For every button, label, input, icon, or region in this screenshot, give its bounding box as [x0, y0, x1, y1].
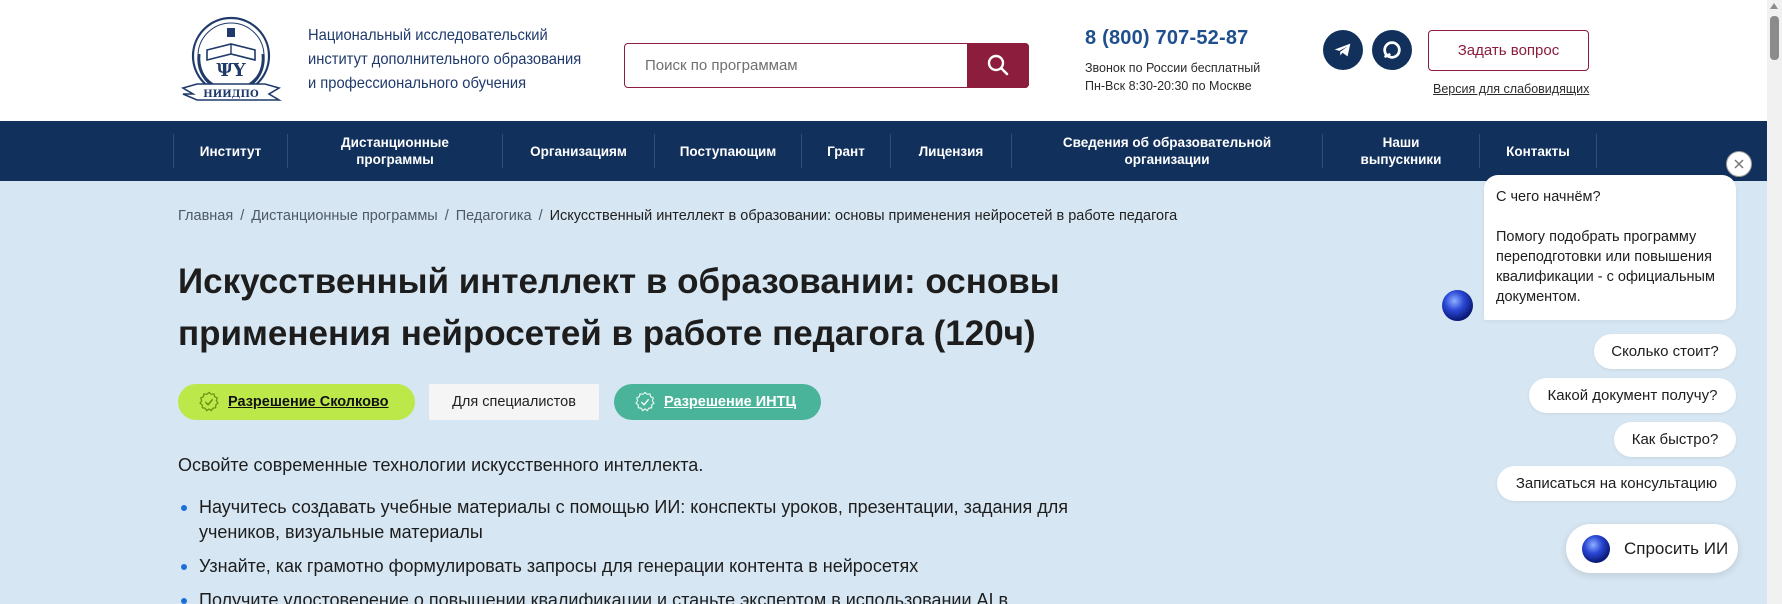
ai-assistant-avatar [1442, 290, 1473, 321]
quick-reply-speed[interactable]: Как быстро? [1614, 422, 1736, 457]
nav-item-applicants[interactable]: Поступающим [654, 134, 801, 168]
search-button[interactable] [967, 42, 1029, 88]
certified-seal-icon [635, 391, 655, 412]
quick-reply-document[interactable]: Какой документ получу? [1529, 378, 1736, 413]
list-item: Научитесь создавать учебные материалы с … [178, 495, 1138, 545]
skolkovo-permit-badge[interactable]: Разрешение Сколково [178, 384, 415, 420]
chat-message-text: Помогу подобрать программу переподготовк… [1496, 229, 1715, 305]
search-input[interactable] [625, 44, 968, 86]
ai-orb-icon [1582, 534, 1610, 563]
quick-reply-price[interactable]: Сколько стоит? [1594, 334, 1736, 369]
institute-name-line: и профессионального обучения [308, 75, 527, 92]
list-item: Получите удостоверение о повышении квали… [178, 588, 1138, 604]
nav-item-grant[interactable]: Грант [801, 134, 890, 168]
nav-divider [1596, 134, 1597, 168]
quick-reply-consultation[interactable]: Записаться на консультацию [1497, 466, 1736, 501]
institute-name-line: Национальный исследовательский [308, 27, 548, 44]
breadcrumb-current: Искусственный интеллект в образовании: о… [549, 208, 1178, 224]
nav-item-organizations[interactable]: Организациям [502, 134, 654, 168]
breadcrumb-pedagogy[interactable]: Педагогика [456, 208, 532, 224]
certified-seal-icon [199, 391, 219, 412]
breadcrumb: Главная / Дистанционные программы / Педагоги… [178, 208, 1177, 224]
page-title: Искусственный интеллект в образовании: о… [178, 256, 1138, 360]
nav-item-contacts[interactable]: Контакты [1479, 134, 1596, 168]
ask-ai-label: Спросить ИИ [1624, 538, 1729, 558]
phone-note-line: Звонок по России бесплатный [1085, 61, 1261, 75]
page-title-line: применения нейросетей в работе педагога … [178, 314, 1036, 353]
ask-question-button[interactable]: Задать вопрос [1428, 30, 1589, 71]
chat-greeting: С чего начнём? [1496, 189, 1601, 205]
institute-name[interactable]: Национальный исследовательский институт … [308, 24, 588, 96]
for-specialists-badge: Для специалистов [429, 384, 599, 420]
chat-close-button[interactable] [1726, 151, 1752, 177]
program-search [624, 42, 1029, 88]
max-messenger-button[interactable] [1372, 30, 1412, 70]
scroll-up-arrow-icon[interactable] [1770, 3, 1778, 9]
ask-ai-button[interactable]: Спросить ИИ [1566, 524, 1738, 573]
main-navigation: Институт Дистанционные программы Организ… [0, 121, 1767, 181]
program-benefits-list: Научитесь создавать учебные материалы с … [178, 495, 1138, 604]
site-header: ΨΥ НИИДПО Национальный исследовательский… [0, 0, 1767, 121]
nav-item-institute[interactable]: Институт [173, 134, 287, 168]
chat-bubble-icon [1383, 41, 1401, 59]
intc-permit-label: Разрешение ИНТЦ [664, 394, 797, 410]
breadcrumb-home[interactable]: Главная [178, 208, 233, 224]
svg-text:ΨΥ: ΨΥ [216, 60, 246, 81]
breadcrumb-distance-programs[interactable]: Дистанционные программы [251, 208, 437, 224]
svg-text:НИИДПО: НИИДПО [203, 89, 259, 100]
skolkovo-permit-label: Разрешение Сколково [228, 394, 389, 410]
breadcrumb-separator: / [538, 208, 543, 224]
list-item: Узнайте, как грамотно формулировать запр… [178, 554, 1138, 579]
nav-item-license[interactable]: Лицензия [890, 134, 1011, 168]
telegram-button[interactable] [1323, 30, 1363, 70]
phone-note: Звонок по России бесплатный Пн-Вск 8:30-… [1085, 59, 1260, 95]
phone-number[interactable]: 8 (800) 707-52-87 [1085, 27, 1249, 50]
intc-permit-badge[interactable]: Разрешение ИНТЦ [614, 384, 821, 420]
chat-message-bubble: С чего начнём? Помогу подобрать программ… [1484, 175, 1736, 320]
institute-logo-emblem[interactable]: ΨΥ НИИДПО [177, 14, 286, 106]
telegram-icon [1334, 43, 1351, 57]
vertical-scrollbar[interactable] [1767, 0, 1782, 604]
low-vision-version-link[interactable]: Версия для слабовидящих [1433, 82, 1589, 96]
scrollbar-thumb[interactable] [1770, 16, 1779, 60]
nav-item-graduates[interactable]: Наши выпускники [1322, 134, 1479, 168]
breadcrumb-separator: / [444, 208, 449, 224]
page-title-line: Искусственный интеллект в образовании: о… [178, 262, 1060, 301]
close-icon [1734, 159, 1744, 169]
program-intro: Освойте современные технологии искусстве… [178, 455, 704, 475]
breadcrumb-separator: / [240, 208, 245, 224]
phone-note-line: Пн-Вск 8:30-20:30 по Москве [1085, 79, 1252, 93]
search-icon [987, 54, 1009, 76]
nav-item-organization-info[interactable]: Сведения об образовательной организации [1011, 134, 1322, 168]
institute-name-line: институт дополнительного образования [308, 51, 582, 68]
nav-item-distance-programs[interactable]: Дистанционные программы [287, 134, 502, 168]
